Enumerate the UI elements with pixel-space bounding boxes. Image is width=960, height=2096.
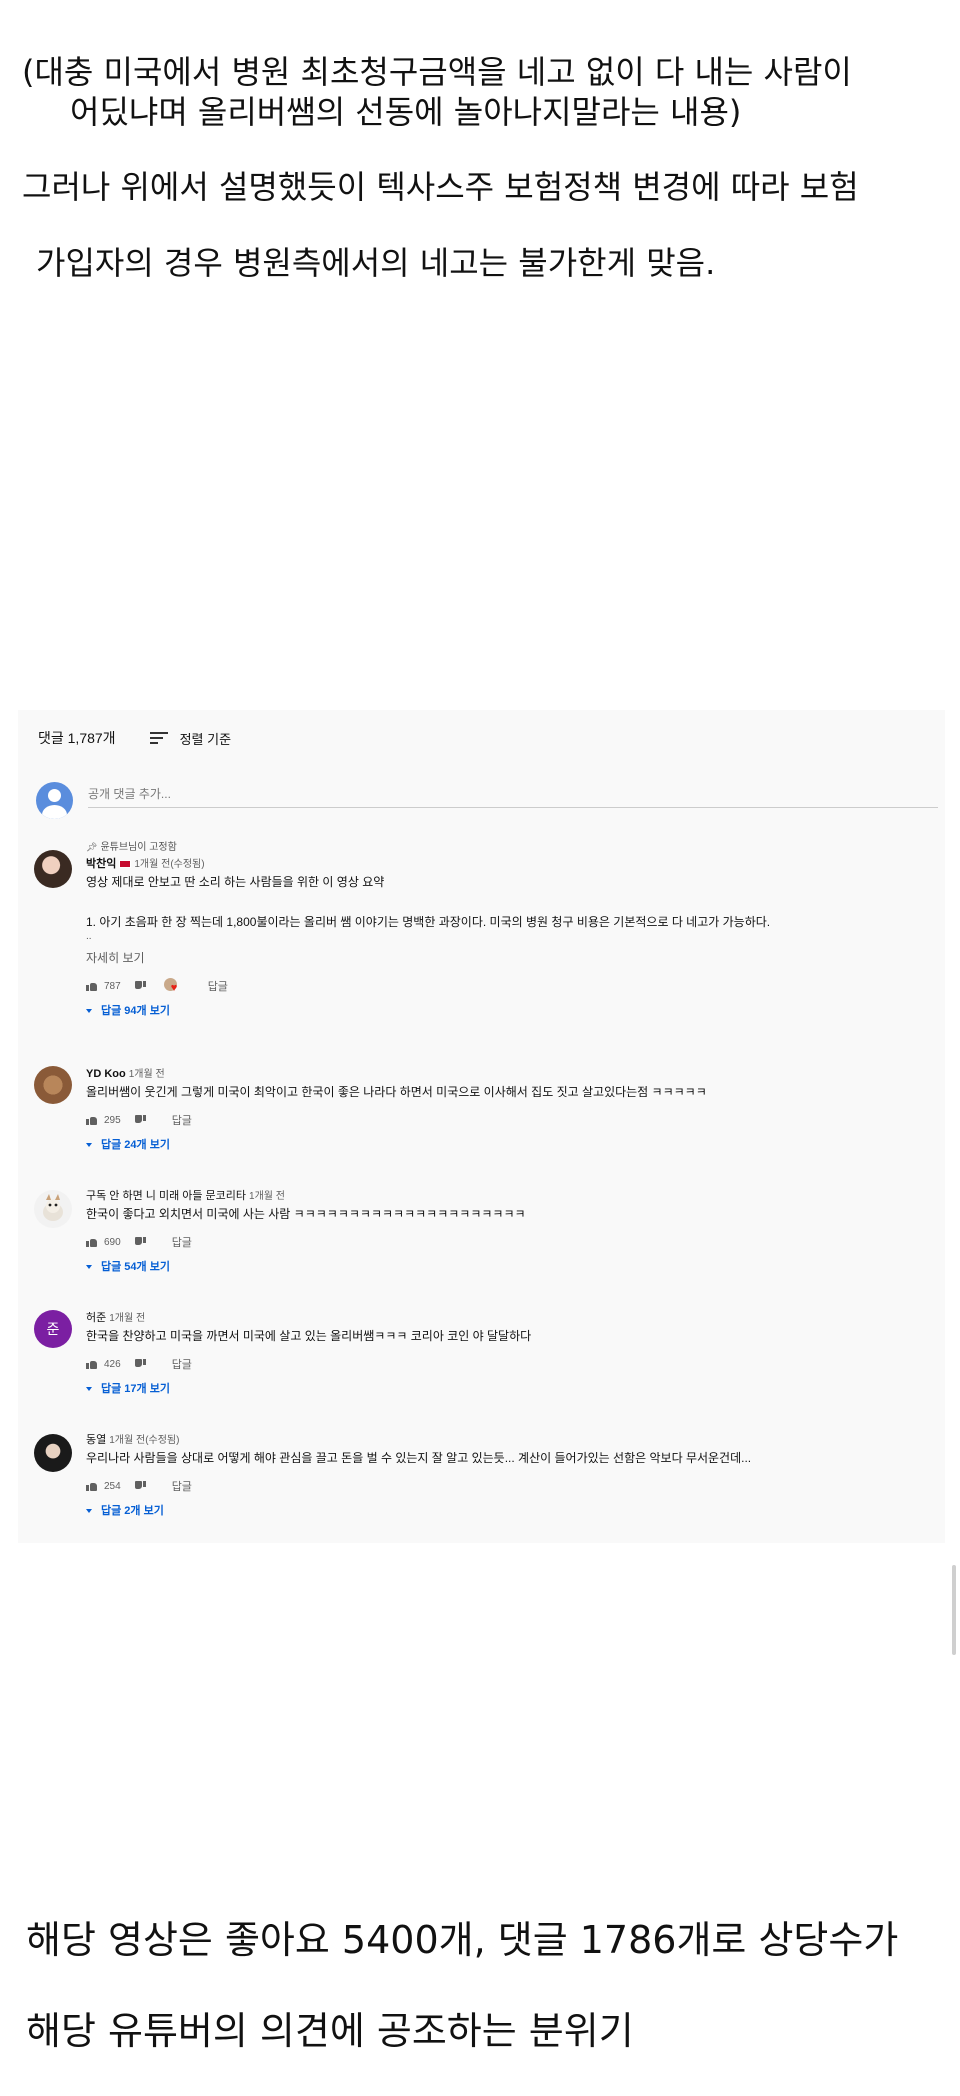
comment-author-line: 동열 1개월 전(수정됨)	[86, 1432, 936, 1449]
thumb-down-icon[interactable]	[134, 1115, 146, 1125]
like-count: 426	[104, 1358, 121, 1370]
comments-header: 댓글 1,787개 정렬 기준	[38, 728, 231, 748]
comment-actions: 254 답글	[86, 1475, 936, 1497]
chevron-down-icon	[86, 1009, 92, 1013]
comment-avatar[interactable]	[34, 850, 72, 888]
thumb-up-icon[interactable]	[86, 1237, 97, 1247]
pinned-label: 📌︎ 윤튜브님이 고정함	[86, 842, 177, 853]
comment-count: 댓글 1,787개	[38, 730, 116, 746]
thumb-up-icon[interactable]	[86, 1481, 97, 1491]
thumb-down-icon[interactable]	[134, 1481, 146, 1491]
flag-icon	[119, 860, 132, 869]
comment-text: 한국을 찬양하고 미국을 까면서 미국에 살고 있는 올리버쌤ㅋㅋㅋ 코리아 코…	[86, 1329, 532, 1343]
comment-author[interactable]: 구독 안 하면 니 미래 아들 문코리타	[86, 1190, 246, 1202]
like-count: 254	[104, 1480, 121, 1492]
article-line-3: 가입자의 경우 병원측에서의 네고는 불가한게 맞음.	[36, 244, 716, 282]
chevron-down-icon	[86, 1509, 92, 1513]
like-count: 787	[104, 980, 121, 992]
comment-author[interactable]: 동열	[86, 1434, 106, 1446]
reply-button[interactable]: 답글	[208, 978, 228, 994]
comment-time[interactable]: 1개월 전	[129, 1069, 165, 1080]
comment-text: 한국이 좋다고 외치면서 미국에 사는 사람 ㅋㅋㅋㅋㅋㅋㅋㅋㅋㅋㅋㅋㅋㅋㅋㅋㅋ…	[86, 1207, 526, 1221]
article-line-1b: 어딨냐며 올리버쌤의 선동에 놀아나지말라는 내용)	[70, 93, 742, 131]
comment-actions: 787 ♥ 답글	[86, 975, 936, 997]
comment-actions: 295 답글	[86, 1109, 936, 1131]
comment-text-blank	[86, 891, 936, 909]
comment-avatar[interactable]	[34, 1066, 72, 1104]
comment-ellipsis: ..	[86, 931, 92, 942]
comment-time[interactable]: 1개월 전	[109, 1313, 145, 1324]
reply-button[interactable]: 답글	[172, 1234, 192, 1250]
comment-author[interactable]: 허준	[86, 1312, 106, 1324]
view-replies-button[interactable]: 답글 54개 보기	[86, 1257, 936, 1277]
article-line-1: (대충 미국에서 병원 최초청구금액을 네고 없이 다 내는 사람이	[22, 53, 852, 91]
chevron-down-icon	[86, 1387, 92, 1391]
like-count: 295	[104, 1114, 121, 1126]
comment-avatar[interactable]	[34, 1434, 72, 1472]
add-comment-row	[36, 770, 938, 820]
like-count: 690	[104, 1236, 121, 1248]
comment-avatar[interactable]	[34, 1190, 72, 1228]
comment-author-line: 구독 안 하면 니 미래 아들 문코리타 1개월 전	[86, 1188, 936, 1205]
pin-icon: 📌︎	[86, 842, 98, 852]
thumb-up-icon[interactable]	[86, 981, 97, 991]
reply-button[interactable]: 답글	[172, 1356, 192, 1372]
comment-author[interactable]: YD Koo	[86, 1068, 126, 1080]
reply-button[interactable]: 답글	[172, 1112, 192, 1128]
comment-time[interactable]: 1개월 전(수정됨)	[109, 1435, 179, 1446]
article-bottom-line-2: 해당 유튜버의 의견에 공조하는 분위기	[26, 2009, 634, 2053]
thumb-down-icon[interactable]	[134, 1359, 146, 1369]
thumb-down-icon[interactable]	[134, 1237, 146, 1247]
sort-icon	[149, 732, 168, 744]
chevron-down-icon	[86, 1265, 92, 1269]
reply-button[interactable]: 답글	[172, 1478, 192, 1494]
comment-text: 우리나라 사람들을 상대로 어떻게 해야 관심을 끌고 돈을 벌 수 있는지 잘…	[86, 1451, 752, 1465]
creator-heart-icon: ♥	[163, 978, 182, 994]
read-more-link[interactable]: 자세히 보기	[86, 949, 936, 967]
comment-time[interactable]: 1개월 전	[249, 1191, 285, 1202]
thumb-up-icon[interactable]	[86, 1359, 97, 1369]
comment-author-line: 박찬익 1개월 전(수정됨)	[86, 856, 936, 873]
comment-text-line: 영상 제대로 안보고 딴 소리 하는 사람들을 위한 이 영상 요약	[86, 875, 385, 889]
comment-time[interactable]: 1개월 전(수정됨)	[134, 859, 204, 870]
comment-author[interactable]: 박찬익	[86, 858, 116, 870]
youtube-comments-screenshot: 댓글 1,787개 정렬 기준 📌︎윤튜브님이 고정함 박찬익 1개월 전(수정됨…	[18, 710, 945, 1543]
sort-label: 정렬 기준	[179, 731, 232, 747]
chevron-down-icon	[86, 1143, 92, 1147]
scrollbar[interactable]	[952, 1565, 956, 1655]
view-replies-button[interactable]: 답글 24개 보기	[86, 1135, 936, 1155]
comment-text: 올리버쌤이 웃긴게 그렇게 미국이 최악이고 한국이 좋은 나라다 하면서 미국…	[86, 1085, 707, 1099]
add-comment-input[interactable]	[88, 780, 938, 808]
article-bottom-line-1: 해당 영상은 좋아요 5400개, 댓글 1786개로 상당수가	[26, 1918, 899, 1962]
user-avatar	[36, 782, 73, 819]
comment-actions: 426 답글	[86, 1353, 936, 1375]
comment-author-line: YD Koo 1개월 전	[86, 1066, 936, 1083]
sort-button[interactable]: 정렬 기준	[149, 729, 232, 748]
thumb-up-icon[interactable]	[86, 1115, 97, 1125]
comment-avatar[interactable]: 준	[34, 1310, 72, 1348]
view-replies-button[interactable]: 답글 2개 보기	[86, 1501, 936, 1521]
article-line-2: 그러나 위에서 설명했듯이 텍사스주 보험정책 변경에 따라 보험	[22, 168, 859, 206]
thumb-down-icon[interactable]	[134, 981, 146, 991]
comment-actions: 690 답글	[86, 1231, 936, 1253]
comment-text-line: 1. 아기 초음파 한 장 찍는데 1,800불이라는 올리버 쌤 이야기는 명…	[86, 915, 771, 929]
view-replies-button[interactable]: 답글 94개 보기	[86, 1001, 936, 1021]
view-replies-button[interactable]: 답글 17개 보기	[86, 1379, 936, 1399]
comment-author-line: 허준 1개월 전	[86, 1310, 936, 1327]
